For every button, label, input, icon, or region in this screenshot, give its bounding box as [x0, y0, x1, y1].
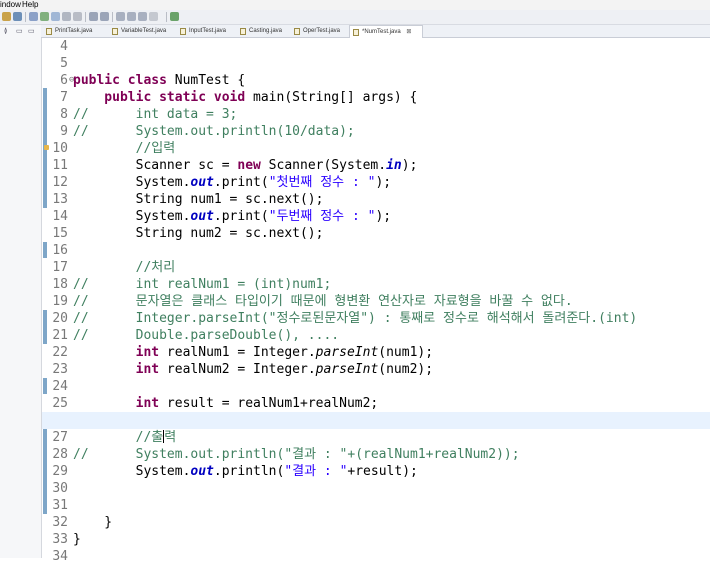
edit-icon[interactable] — [51, 12, 60, 21]
code-line-14[interactable]: String num2 = sc.next(); — [42, 208, 710, 241]
tab-variabletest[interactable]: VariableTest.java — [109, 25, 177, 37]
code-text: realNum2 = Integer. — [159, 362, 316, 377]
java-file-icon — [112, 28, 118, 35]
back-icon[interactable] — [127, 12, 136, 21]
java-file-icon — [353, 29, 359, 36]
tab-label: VariableTest.java — [121, 28, 167, 34]
tab-label: PrintTask.java — [55, 28, 93, 34]
debug-icon[interactable] — [40, 12, 49, 21]
last-edit-icon[interactable] — [116, 12, 125, 21]
java-file-icon — [294, 28, 300, 35]
run-icon[interactable] — [13, 12, 22, 21]
code-line-31[interactable]: } — [42, 497, 710, 530]
gutter-row: 34 — [42, 548, 710, 565]
toolbar-separator — [112, 12, 113, 22]
code-line-5[interactable]: public class NumTest { — [42, 55, 710, 88]
menu-bar: indow Help — [0, 0, 710, 10]
toolbar-separator — [85, 12, 86, 22]
gutter-row: 33 — [42, 531, 710, 548]
maximize-icon[interactable]: ▭ — [28, 28, 35, 36]
tab-numtest[interactable]: *NumTest.java ⊠ — [349, 25, 423, 38]
menu-window[interactable]: indow — [0, 0, 21, 10]
code-line-19[interactable]: // Integer.parseInt("정수로된문자열") : 통째로 정수로… — [42, 293, 710, 326]
code-line-10[interactable]: Scanner sc = new Scanner(System.in); — [42, 140, 710, 173]
code-line-7[interactable]: // int data = 3; — [42, 89, 710, 122]
code-line-18[interactable]: // 문자열은 클래스 타입이기 때문에 형변환 연산자로 자료형을 바꿀 수 … — [42, 276, 710, 309]
code-line-22[interactable]: int realNum2 = Integer.parseInt(num2); — [42, 344, 710, 377]
code-line-12[interactable]: String num1 = sc.next(); — [42, 174, 710, 207]
code-text: result = realNum1+realNum2; — [159, 396, 379, 411]
code-line-20[interactable]: // Double.parseDouble(), .... — [42, 310, 710, 343]
java-file-icon — [240, 28, 246, 35]
next-annotation-icon[interactable] — [89, 12, 98, 21]
keyword: int — [135, 362, 160, 377]
dropdown-icon[interactable] — [149, 12, 158, 21]
code-line-11[interactable]: System.out.print("첫번째 정수 : "); — [42, 157, 710, 190]
tab-label: InputTest.java — [189, 28, 227, 34]
code-line-16[interactable]: //처리 — [42, 242, 710, 275]
code-line-26[interactable]: //출력 — [42, 412, 710, 445]
tab-casting[interactable]: Casting.java — [237, 25, 291, 37]
line-number: 4 — [60, 39, 68, 54]
close-tab-icon[interactable]: ⊠ — [406, 29, 411, 35]
tab-label: Casting.java — [249, 28, 283, 34]
restore-icon[interactable]: ≬ — [4, 28, 7, 36]
editor-tab-bar: PrintTask.java VariableTest.java InputTe… — [41, 25, 710, 38]
java-file-icon — [46, 28, 52, 35]
code-line-24[interactable]: int result = realNum1+realNum2; — [42, 378, 710, 411]
code-line-6[interactable]: public static void main(String[] args) { — [42, 72, 710, 105]
code-line-17[interactable]: // int realNum1 = (int)num1; — [42, 259, 710, 292]
toolbar-separator — [25, 12, 26, 22]
code-line-8[interactable]: // System.out.println(10/data); — [42, 106, 710, 139]
tab-inputtest[interactable]: InputTest.java — [177, 25, 237, 37]
collapsed-side-panel: ≬ ▭ ▭ — [0, 25, 42, 558]
code-line-9[interactable]: //입력 — [42, 123, 710, 156]
code-text: +result); — [347, 464, 418, 479]
forward-icon[interactable] — [138, 12, 147, 21]
code-text: String num2 = sc.next(); — [73, 226, 324, 241]
toolbar — [0, 10, 710, 25]
tab-label: OperTest.java — [303, 28, 341, 34]
code-line-13[interactable]: System.out.print("두번째 정수 : "); — [42, 191, 710, 224]
string-literal: "결과 : " — [284, 464, 348, 479]
static-method: parseInt — [315, 362, 379, 377]
java-file-icon — [180, 28, 186, 35]
code-text: (num2); — [378, 362, 434, 377]
code-text: .println( — [213, 464, 285, 479]
tab-printtask[interactable]: PrintTask.java — [43, 25, 109, 37]
static-field: out — [190, 464, 214, 479]
prev-annotation-icon[interactable] — [100, 12, 109, 21]
open-icon[interactable] — [2, 12, 11, 21]
code-line-28[interactable]: System.out.println("결과 : "+result); — [42, 446, 710, 479]
toolbar-separator — [166, 12, 167, 22]
code-line-32[interactable]: } — [42, 514, 710, 547]
toggle-icon[interactable] — [62, 12, 71, 21]
minimize-icon[interactable]: ▭ — [16, 28, 23, 36]
tab-label: *NumTest.java — [362, 29, 401, 35]
menu-help[interactable]: Help — [22, 0, 38, 10]
keyword: int — [135, 396, 160, 411]
perspective-icon[interactable] — [29, 12, 38, 21]
code-line-27[interactable]: // System.out.println("결과 : "+(realNum1+… — [42, 429, 710, 462]
code-text: System. — [73, 464, 191, 479]
gutter-row: 4 — [42, 38, 710, 55]
code-editor[interactable]: 4 5 6 ⊖ 7 8 9 10 11 12 13 14 15 16 17 18 19 20 21 22 23 24 25 2… — [42, 38, 710, 564]
tab-opertest[interactable]: OperTest.java — [291, 25, 349, 37]
gutter-row: 30 — [42, 480, 710, 497]
code-line-21[interactable]: int realNum1 = Integer.parseInt(num1); — [42, 327, 710, 360]
whitespace-icon[interactable] — [73, 12, 82, 21]
code-text: } — [73, 532, 81, 547]
new-window-icon[interactable] — [170, 12, 179, 21]
